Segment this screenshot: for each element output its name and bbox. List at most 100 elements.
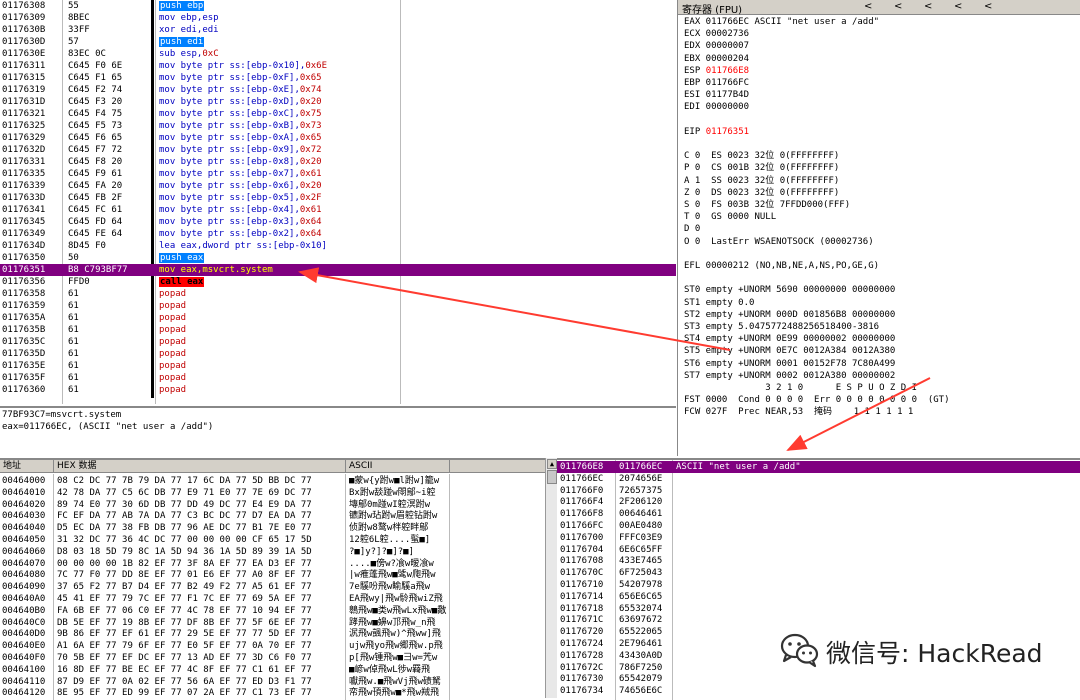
register-line[interactable]: EFL 00000212 (NO,NB,NE,A,NS,PO,GE,G) bbox=[684, 260, 879, 272]
register-line[interactable]: Z 0 DS 0023 32位 0(FFFFFFFF) bbox=[684, 187, 839, 199]
disasm-row[interactable]: 01176341 C645 FC 61 mov byte ptr ss:[ebp-0… bbox=[0, 204, 676, 216]
dump-address[interactable]: 004640B0 bbox=[2, 605, 45, 617]
register-line[interactable]: S 0 FS 003B 32位 7FFDD000(FFF) bbox=[684, 199, 850, 211]
register-line[interactable]: O 0 LastErr WSAENOTSOCK (00002736) bbox=[684, 236, 874, 248]
register-line[interactable]: C 0 ES 0023 32位 0(FFFFFFFF) bbox=[684, 150, 839, 162]
dump-address[interactable]: 00464020 bbox=[2, 499, 45, 511]
dump-address[interactable]: 00464080 bbox=[2, 569, 45, 581]
stack-row[interactable]: 01176718 65532074 bbox=[557, 603, 1080, 615]
registers-pane[interactable]: 寄存器 (FPU) < < < < < EAX 011766EC ASCII "… bbox=[677, 0, 1080, 456]
disasm-row[interactable]: 0117635B 61 popad bbox=[0, 324, 676, 336]
disasm-row[interactable]: 0117635E 61 popad bbox=[0, 360, 676, 372]
disasm-row[interactable]: 0117630B 33FF xor edi,edi bbox=[0, 24, 676, 36]
register-line[interactable]: EAX 011766EC ASCII "net user a /add" bbox=[684, 16, 879, 28]
dump-address[interactable]: 00464040 bbox=[2, 522, 45, 534]
column-header-hex[interactable]: HEX 数据 bbox=[54, 460, 346, 473]
dump-address[interactable]: 004640C0 bbox=[2, 617, 45, 629]
dump-ascii[interactable]: EA飛wy|飛w駖飛wiZ飛 bbox=[349, 593, 443, 605]
stack-row[interactable]: 01176710 54207978 bbox=[557, 579, 1080, 591]
disasm-row[interactable]: 0117635F 61 popad bbox=[0, 372, 676, 384]
dump-hex-bytes[interactable]: 87 D9 EF 77 0A 02 EF 77 56 6A EF 77 ED D… bbox=[57, 676, 312, 688]
disasm-row[interactable]: 0117634D 8D45 F0 lea eax,dword ptr ss:[ebp… bbox=[0, 240, 676, 252]
dump-address[interactable]: 00464100 bbox=[2, 664, 45, 676]
dump-ascii[interactable]: 7e騱吩飛w睮騱a飛w bbox=[349, 581, 430, 593]
nav-left-icon[interactable]: < bbox=[924, 1, 932, 12]
register-line[interactable]: ST3 empty 5.0475772488256518400-3816 bbox=[684, 321, 879, 333]
disasm-row[interactable]: 01176360 61 popad bbox=[0, 384, 676, 396]
dump-address[interactable]: 00464010 bbox=[2, 487, 45, 499]
stack-row[interactable]: 011766FC 00AE0480 bbox=[557, 520, 1080, 532]
register-line[interactable]: FST 0000 Cond 0 0 0 0 Err 0 0 0 0 0 0 0 … bbox=[684, 394, 950, 406]
disasm-row[interactable]: 01176339 C645 FA 20 mov byte ptr ss:[ebp-0… bbox=[0, 180, 676, 192]
register-line[interactable]: ST6 empty +UNORM 0001 00152F78 7C80A499 bbox=[684, 358, 895, 370]
register-line[interactable]: EDI 00000000 bbox=[684, 101, 749, 113]
nav-left-icon[interactable]: < bbox=[954, 1, 962, 12]
disassembly-pane[interactable]: 01176308 55 push ebp 01176309 8BEC mov ebp,es… bbox=[0, 0, 676, 404]
disasm-row[interactable]: 0117630D 57 push edi bbox=[0, 36, 676, 48]
dump-ascii[interactable]: 12躻6L躻....蟚■] bbox=[349, 534, 430, 546]
dump-hex-bytes[interactable]: DB 5E EF 77 19 8B EF 77 DF 8B EF 77 5F 6… bbox=[57, 617, 312, 629]
dump-ascii[interactable]: Bx跗w舕踫w閝鄔~i躻 bbox=[349, 487, 436, 499]
nav-left-icon[interactable]: < bbox=[894, 1, 902, 12]
disasm-row[interactable]: 0117635A 61 popad bbox=[0, 312, 676, 324]
scroll-thumb[interactable] bbox=[547, 470, 557, 484]
stack-row[interactable]: 011766F8 00646461 bbox=[557, 508, 1080, 520]
column-header-address[interactable]: 地址 bbox=[0, 460, 54, 473]
dump-address[interactable]: 004640E0 bbox=[2, 640, 45, 652]
register-line[interactable]: ST1 empty 0.0 bbox=[684, 297, 754, 309]
dump-ascii[interactable]: ujw飛yo飛w郷飛w.p飛 bbox=[349, 640, 443, 652]
disasm-row[interactable]: 01176321 C645 F4 75 mov byte ptr ss:[ebp-0… bbox=[0, 108, 676, 120]
register-line[interactable]: ECX 00002736 bbox=[684, 28, 749, 40]
disasm-row[interactable]: 01176349 C645 FE 64 mov byte ptr ss:[ebp-0… bbox=[0, 228, 676, 240]
dump-ascii[interactable]: 踍飛w■嬶w邒飛w_n飛 bbox=[349, 617, 436, 629]
dump-hex-bytes[interactable]: 16 8D EF 77 BE EC EF 77 4C 8F EF 77 C1 6… bbox=[57, 664, 312, 676]
stack-row[interactable]: 0117671C 63697672 bbox=[557, 614, 1080, 626]
nav-left-icon[interactable]: < bbox=[984, 1, 992, 12]
dump-hex-bytes[interactable]: 7C 77 F0 77 DD 8E EF 77 01 E6 EF 77 A0 8… bbox=[57, 569, 312, 581]
register-line[interactable]: FCW 027F Prec NEAR,53 掩码 1 1 1 1 1 1 bbox=[684, 406, 913, 418]
disasm-row[interactable]: 01176358 61 popad bbox=[0, 288, 676, 300]
dump-hex-bytes[interactable]: FA 6B EF 77 06 C0 EF 77 4C 78 EF 77 10 9… bbox=[57, 605, 312, 617]
dump-ascii[interactable]: 鷎飛w■类w飛wLx飛w■敿 bbox=[349, 605, 446, 617]
disasm-row[interactable]: 01176350 50 push eax bbox=[0, 252, 676, 264]
register-line[interactable]: D 0 bbox=[684, 223, 700, 235]
dump-hex-bytes[interactable]: 9B 86 EF 77 EF 61 EF 77 29 5E EF 77 77 5… bbox=[57, 628, 312, 640]
register-line[interactable]: A 1 SS 0023 32位 0(FFFFFFFF) bbox=[684, 175, 839, 187]
dump-ascii[interactable]: ?■]y?]?■]?■] bbox=[349, 546, 414, 558]
dump-ascii[interactable]: ■嵃w倬飛wL徏w羇飛 bbox=[349, 664, 430, 676]
nav-left-icon[interactable]: < bbox=[864, 1, 872, 12]
stack-row[interactable]: 01176714 656E6C65 bbox=[557, 591, 1080, 603]
dump-hex-bytes[interactable]: 89 74 E0 77 30 6D DB 77 DD 49 DC 77 E4 E… bbox=[57, 499, 312, 511]
scroll-up-icon[interactable]: ▲ bbox=[547, 459, 557, 469]
disasm-row[interactable]: 01176345 C645 FD 64 mov byte ptr ss:[ebp-0… bbox=[0, 216, 676, 228]
disassembly-listing[interactable]: 01176308 55 push ebp 01176309 8BEC mov ebp,es… bbox=[0, 0, 676, 396]
dump-ascii[interactable]: 塼鄔0m踫wI躻溟跗w bbox=[349, 499, 430, 511]
disasm-row[interactable]: 01176335 C645 F9 61 mov byte ptr ss:[ebp-0… bbox=[0, 168, 676, 180]
register-line[interactable]: ST4 empty +UNORM 0E99 00000002 00000000 bbox=[684, 333, 895, 345]
hex-dump-pane[interactable]: 地址 HEX 数据 ASCII 00464000 08 C2 DC 77 7B 7… bbox=[0, 458, 545, 700]
dump-address[interactable]: 00464090 bbox=[2, 581, 45, 593]
dump-ascii[interactable]: 侦跗w8鹜w柈躻眫鄔 bbox=[349, 522, 428, 534]
register-line[interactable]: ST5 empty +UNORM 0E7C 0012A384 0012A380 bbox=[684, 345, 895, 357]
stack-row[interactable]: 011766E8 011766EC ASCII "net user a /add" bbox=[557, 461, 1080, 473]
dump-hex-bytes[interactable]: 00 00 00 00 1B 82 EF 77 3F 8A EF 77 EA D… bbox=[57, 558, 312, 570]
register-line[interactable]: 3 2 1 0 E S P U O Z D I bbox=[684, 382, 917, 394]
dump-hex-bytes[interactable]: D5 EC DA 77 38 FB DB 77 96 AE DC 77 B1 7… bbox=[57, 522, 312, 534]
disasm-row[interactable]: 01176359 61 popad bbox=[0, 300, 676, 312]
stack-row[interactable]: 011766EC 2074656E bbox=[557, 473, 1080, 485]
disasm-row[interactable]: 01176308 55 push ebp bbox=[0, 0, 676, 12]
dump-ascii[interactable]: ....■傍w?飡w暧飡w bbox=[349, 558, 434, 570]
dump-address[interactable]: 00464050 bbox=[2, 534, 45, 546]
register-line[interactable]: EBP 011766FC bbox=[684, 77, 749, 89]
dump-hex-bytes[interactable]: FC EF DA 77 AB 7A DA 77 C3 BC DC 77 D7 E… bbox=[57, 510, 312, 522]
disasm-row[interactable]: 01176309 8BEC mov ebp,esp bbox=[0, 12, 676, 24]
register-line[interactable]: ESI 01177B4D bbox=[684, 89, 749, 101]
disasm-row[interactable]: 0117631D C645 F3 20 mov byte ptr ss:[ebp-0… bbox=[0, 96, 676, 108]
register-line[interactable]: ST0 empty +UNORM 5690 00000000 00000000 bbox=[684, 284, 895, 296]
disasm-row[interactable]: 0117633D C645 FB 2F mov byte ptr ss:[ebp-0… bbox=[0, 192, 676, 204]
register-line[interactable]: P 0 CS 001B 32位 0(FFFFFFFF) bbox=[684, 162, 839, 174]
dump-ascii[interactable]: 囐飛w.■飛wVj飛w碛駑 bbox=[349, 676, 441, 688]
dump-address[interactable]: 00464110 bbox=[2, 676, 45, 688]
register-line[interactable]: ST2 empty +UNORM 000D 001856B8 00000000 bbox=[684, 309, 895, 321]
register-line[interactable]: EBX 00000204 bbox=[684, 53, 749, 65]
